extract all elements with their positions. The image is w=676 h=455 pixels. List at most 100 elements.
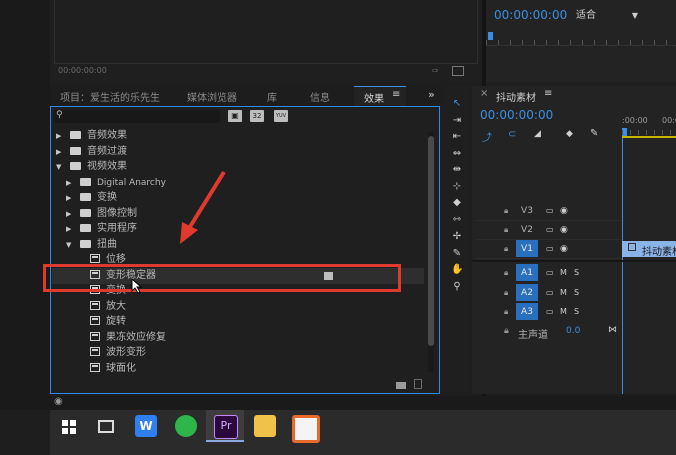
- lock-icon[interactable]: 🔒︎: [504, 326, 509, 336]
- rate-stretch-tool-icon[interactable]: ⇹: [451, 164, 463, 176]
- export-frame-icon[interactable]: ⇨: [432, 66, 444, 76]
- pen-icon[interactable]: ✎: [451, 248, 463, 260]
- effect-item[interactable]: 波形变形: [90, 345, 410, 361]
- tab-project[interactable]: 项目：爱生活的乐先生: [60, 89, 160, 104]
- slide-tool-icon[interactable]: ⇿: [451, 214, 463, 226]
- toggle-sync-lock-icon[interactable]: ▭: [546, 284, 554, 302]
- timeline-timecode[interactable]: 00:00:00:00: [480, 108, 553, 122]
- track-header-a2[interactable]: 🔒︎ A2 ▭ M S: [476, 284, 622, 302]
- expanded-triangle-icon[interactable]: ▼: [56, 159, 64, 175]
- effects-folder[interactable]: ▶ 图像控制: [66, 206, 410, 222]
- scrollbar-thumb[interactable]: [428, 136, 434, 346]
- effect-item[interactable]: 旋转: [90, 314, 410, 330]
- fit-dropdown[interactable]: 适合 ▼: [576, 8, 642, 23]
- collapsed-triangle-icon[interactable]: ▶: [66, 175, 74, 191]
- track-name[interactable]: V2: [516, 221, 538, 238]
- toggle-sync-lock-icon[interactable]: ▭: [546, 264, 554, 282]
- effect-item[interactable]: 放大: [90, 299, 410, 315]
- tab-media-browser[interactable]: 媒体浏览器: [187, 89, 237, 104]
- hand-tool-icon[interactable]: ✋: [451, 264, 463, 276]
- track-name[interactable]: V1: [516, 240, 538, 257]
- lock-icon[interactable]: 🔒︎: [504, 202, 508, 220]
- wrench-icon[interactable]: ✎: [590, 128, 598, 139]
- sequence-menu-icon[interactable]: ≡: [544, 88, 552, 99]
- ripple-edit-tool-icon[interactable]: ⇤: [451, 131, 463, 143]
- collapsed-triangle-icon[interactable]: ▶: [66, 206, 74, 222]
- track-header-a3[interactable]: 🔒︎ A3 ▭ M S: [476, 303, 622, 321]
- toggle-sync-lock-icon[interactable]: ▭: [546, 221, 554, 239]
- lock-icon[interactable]: 🔒︎: [504, 303, 508, 321]
- lock-icon[interactable]: 🔒︎: [504, 240, 508, 258]
- razor-tool-icon[interactable]: ⊹: [451, 181, 463, 193]
- collapsed-triangle-icon[interactable]: ▶: [56, 144, 64, 160]
- wps-icon[interactable]: W: [135, 415, 157, 437]
- collapsed-triangle-icon[interactable]: ▶: [66, 221, 74, 237]
- tab-libraries[interactable]: 库: [267, 89, 277, 104]
- accelerated-effects-button[interactable]: ▣: [228, 110, 242, 122]
- eye-icon[interactable]: ◉: [560, 221, 568, 239]
- lock-icon[interactable]: 🔒︎: [504, 221, 508, 239]
- video-clip[interactable]: 抖动素材: [622, 241, 676, 258]
- effect-item[interactable]: 球面化: [90, 361, 410, 377]
- pen-tool-icon[interactable]: ✢: [451, 231, 463, 243]
- master-value[interactable]: 0.0: [566, 326, 580, 336]
- new-bin-icon[interactable]: [396, 382, 406, 389]
- track-header-v2[interactable]: 🔒︎ V2 ▭ ◉: [476, 221, 622, 240]
- toggle-sync-lock-icon[interactable]: ▭: [546, 303, 554, 321]
- track-name[interactable]: V3: [516, 202, 538, 219]
- eye-icon[interactable]: ◉: [54, 396, 63, 407]
- premiere-icon[interactable]: Pr: [214, 415, 238, 439]
- track-name[interactable]: A3: [516, 303, 538, 320]
- tab-menu-icon[interactable]: ≡: [392, 89, 400, 100]
- linked-selection-icon[interactable]: ◢: [534, 129, 541, 139]
- browser-icon[interactable]: [175, 415, 197, 437]
- program-ruler[interactable]: [486, 32, 676, 46]
- mute-button[interactable]: M: [560, 264, 567, 282]
- overflow-tabs-button[interactable]: »: [428, 88, 435, 101]
- start-button[interactable]: [62, 420, 76, 434]
- mute-button[interactable]: M: [560, 284, 567, 302]
- solo-button[interactable]: S: [574, 264, 579, 282]
- toggle-sync-lock-icon[interactable]: ▭: [546, 240, 554, 258]
- playhead-marker[interactable]: [488, 32, 493, 40]
- eye-icon[interactable]: ◉: [560, 240, 568, 258]
- effects-scrollbar[interactable]: [428, 132, 434, 372]
- effects-folder[interactable]: ▶ 变换: [66, 190, 410, 206]
- track-name[interactable]: A2: [516, 284, 538, 301]
- effect-item[interactable]: 果冻效应修复: [90, 330, 410, 346]
- collapsed-triangle-icon[interactable]: ▶: [66, 190, 74, 206]
- settings-icon[interactable]: [452, 66, 464, 76]
- expanded-triangle-icon[interactable]: ▼: [66, 237, 74, 253]
- snap-icon[interactable]: ⊂: [508, 129, 516, 140]
- collapsed-triangle-icon[interactable]: ▶: [56, 128, 64, 144]
- effects-search-input[interactable]: ⚲: [54, 110, 220, 123]
- toggle-sync-lock-icon[interactable]: ▭: [546, 202, 554, 220]
- tab-effects[interactable]: 效果 ≡: [354, 86, 406, 106]
- rolling-edit-tool-icon[interactable]: ⇔: [451, 148, 463, 160]
- lock-icon[interactable]: 🔒︎: [504, 264, 508, 282]
- go-to-out-icon[interactable]: ⋈: [608, 325, 617, 335]
- task-view-icon[interactable]: [98, 420, 114, 433]
- track-name[interactable]: A1: [516, 264, 538, 281]
- effects-folder[interactable]: ▶ Digital Anarchy: [66, 175, 410, 191]
- yuv-effects-button[interactable]: YUV: [274, 110, 288, 122]
- track-header-v1[interactable]: 🔒︎ V1 ▭ ◉: [476, 240, 622, 259]
- trash-icon[interactable]: [414, 379, 422, 389]
- solo-button[interactable]: S: [574, 284, 579, 302]
- program-timecode[interactable]: 00:00:00:00: [494, 8, 567, 22]
- track-select-tool-icon[interactable]: ⇥: [451, 115, 463, 127]
- effects-folder[interactable]: ▼ 视频效果: [56, 159, 410, 175]
- photos-icon[interactable]: [292, 415, 320, 443]
- effects-folder[interactable]: ▶ 音频效果: [56, 128, 410, 144]
- eye-icon[interactable]: ◉: [560, 202, 568, 220]
- zoom-tool-icon[interactable]: ⚲: [451, 281, 463, 293]
- sequence-tab[interactable]: 抖动素材: [496, 89, 536, 104]
- mute-button[interactable]: M: [560, 303, 567, 321]
- nest-toggle-icon[interactable]: ⤴: [482, 129, 492, 144]
- lock-icon[interactable]: 🔒︎: [504, 284, 508, 302]
- explorer-icon[interactable]: [254, 415, 276, 437]
- timeline-ruler[interactable]: :00:00 00:00:15: [622, 116, 676, 138]
- solo-button[interactable]: S: [574, 303, 579, 321]
- effects-folder[interactable]: ▶ 实用程序: [66, 221, 410, 237]
- track-header-a1[interactable]: 🔒︎ A1 ▭ M S: [476, 264, 622, 282]
